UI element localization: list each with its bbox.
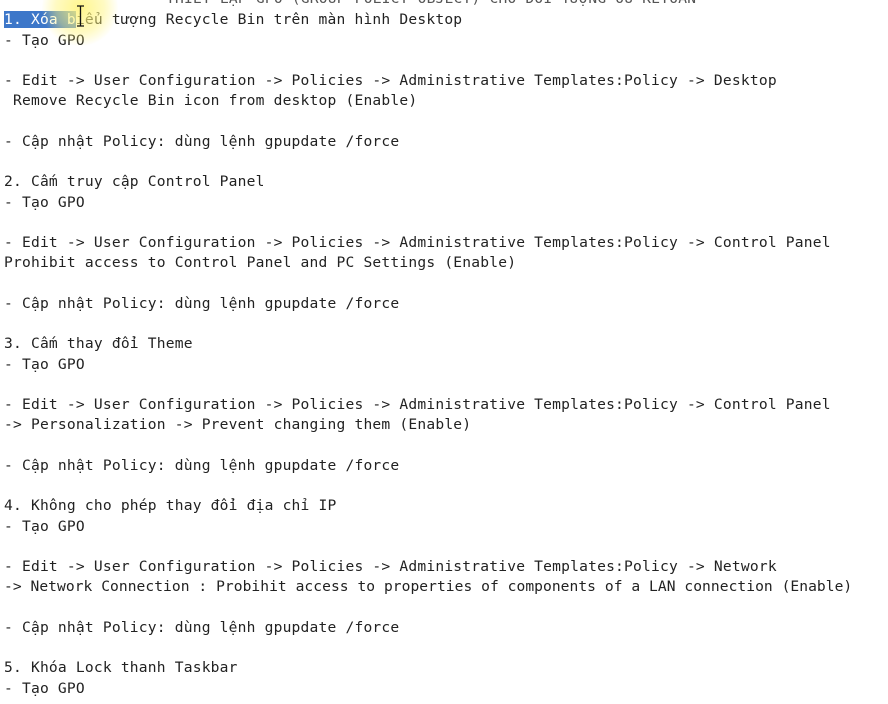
doc-line: - Edit -> User Configuration -> Policies…: [4, 72, 777, 89]
doc-line: Remove Recycle Bin icon from desktop (En…: [4, 92, 418, 109]
doc-line: - Edit -> User Configuration -> Policies…: [4, 234, 831, 251]
doc-line: - Tạo GPO: [4, 356, 85, 373]
doc-line: Prohibit access to Control Panel and PC …: [4, 254, 517, 271]
doc-line: -> Network Connection : Probihit access …: [4, 578, 853, 595]
doc-line: 5. Khóa Lock thanh Taskbar: [4, 659, 238, 676]
doc-line: - Cập nhật Policy: dùng lệnh gpupdate /f…: [4, 295, 400, 312]
doc-line: - Tạo GPO: [4, 194, 85, 211]
text-editor[interactable]: THIẾT LẬP GPO (GROUP POLICY OBJECT) CHO …: [0, 0, 888, 704]
doc-line: - Cập nhật Policy: dùng lệnh gpupdate /f…: [4, 619, 400, 636]
doc-line: - Tạo GPO: [4, 32, 85, 49]
doc-line: - Edit -> User Configuration -> Policies…: [4, 396, 831, 413]
doc-line: - Cập nhật Policy: dùng lệnh gpupdate /f…: [4, 457, 400, 474]
doc-line: 2. Cấm truy cập Control Panel: [4, 173, 265, 190]
doc-line: - Cập nhật Policy: dùng lệnh gpupdate /f…: [4, 133, 400, 150]
doc-line: - Tạo GPO: [4, 518, 85, 535]
text-selection: 1. Xóa b: [4, 11, 76, 28]
doc-line: 4. Không cho phép thay đổi địa chỉ IP: [4, 497, 337, 514]
doc-header-partial: THIẾT LẬP GPO (GROUP POLICY OBJECT) CHO …: [166, 0, 696, 9]
doc-line: 3. Cấm thay đổi Theme: [4, 335, 193, 352]
doc-line: -> Personalization -> Prevent changing t…: [4, 416, 472, 433]
doc-line-text: iểu tượng Recycle Bin trên màn hình Desk…: [75, 11, 463, 28]
doc-line: - Edit -> User Configuration -> Policies…: [4, 558, 777, 575]
doc-line: - Tạo GPO: [4, 680, 85, 697]
doc-line: 1. Xóa biểu tượng Recycle Bin trên màn h…: [4, 10, 462, 30]
